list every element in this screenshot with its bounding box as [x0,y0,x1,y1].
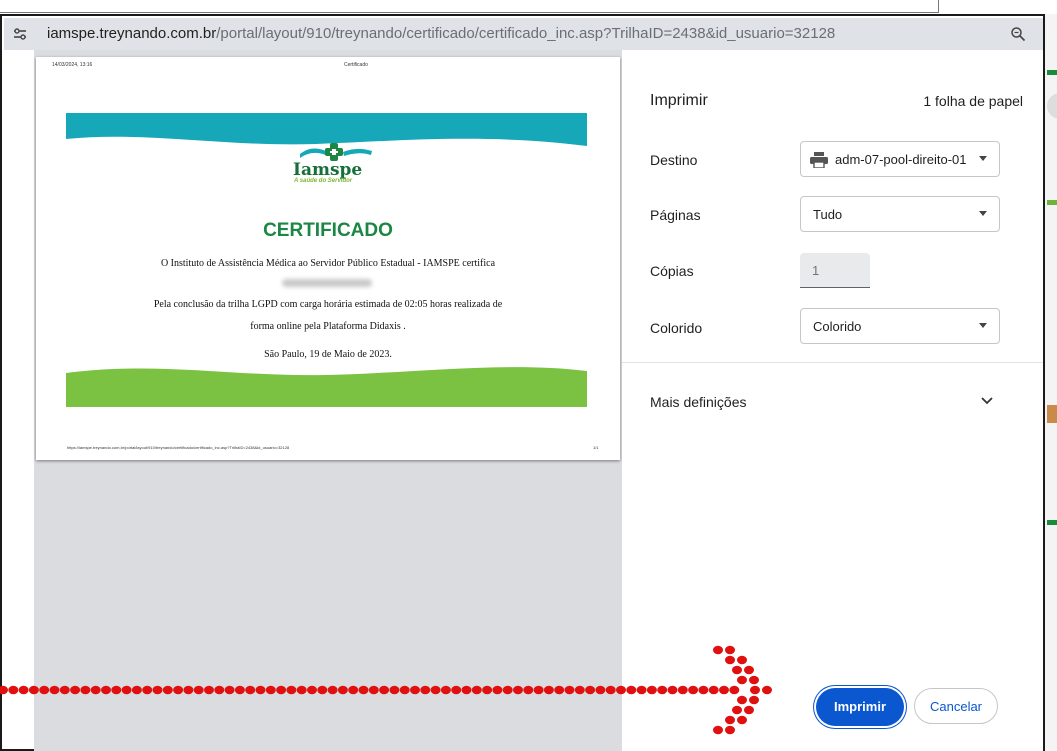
arrow-dot [234,685,245,695]
arrow-dot [348,685,359,695]
arrow-dot [595,685,606,695]
arrow-dot [725,645,735,655]
arrow-dot [204,685,214,695]
arrow-dot [410,685,420,695]
arrow-dot [725,715,735,725]
arrow-dot [636,685,647,695]
arrow-dot [152,685,163,695]
arrow-dot [255,685,266,695]
arrow-dot [0,685,8,695]
arrow-dot [420,685,431,695]
arrow-dot [8,685,19,695]
arrow-dot [111,685,122,695]
arrow-dot [737,695,747,705]
arrow-dot [492,685,503,695]
arrow-dot [513,685,523,695]
arrow-dot [533,685,544,695]
arrow-dot [296,685,307,695]
arrow-dot [482,685,493,695]
arrow-dot [688,685,699,695]
arrow-dot [162,685,173,695]
arrow-dot [286,685,297,695]
arrow-dot [430,685,441,695]
arrow-dot [749,675,759,685]
arrow-dot [399,685,410,695]
arrow-dot [59,685,70,695]
arrow-dot [131,685,142,695]
arrow-dot [626,685,637,695]
arrow-dot [28,685,39,695]
arrow-dot [523,685,534,695]
arrow-dot [265,685,276,695]
arrow-dot [677,685,688,695]
arrow-dot [667,685,678,695]
arrow-dot [451,685,462,695]
arrow-dot [585,685,596,695]
arrow-dot [389,685,400,695]
arrow-dot [719,685,729,695]
arrow-dot [101,685,111,695]
arrow-dot [713,645,723,655]
arrow-dot [713,725,723,735]
arrow-dot [440,685,451,695]
arrow-dot [183,685,194,695]
arrow-dot [214,685,225,695]
arrow-dot [173,685,184,695]
arrow-dot [224,685,235,695]
arrow-dot [750,685,760,695]
arrow-dot [732,705,742,715]
arrow-dot [708,685,719,695]
arrow-dot [646,685,657,695]
arrow-dot [358,685,369,695]
arrow-dot [616,685,626,695]
arrow-dot [121,685,132,695]
arrow-dot [502,685,513,695]
arrow-dot [657,685,668,695]
arrow-dot [70,685,81,695]
arrow-dot [732,665,742,675]
arrow-dot [461,685,472,695]
arrow-dot [142,685,153,695]
arrow-dot [471,685,482,695]
arrow-dot [193,685,204,695]
arrow-dot [744,705,754,715]
arrow-dot [379,685,390,695]
arrow-dot [276,685,287,695]
arrow-dot [737,675,747,685]
arrow-dot [729,685,740,695]
arrow-dot [737,655,747,665]
arrow-dot [564,685,575,695]
arrow-dot [543,685,554,695]
arrow-dot [574,685,585,695]
arrow-dot [327,685,338,695]
arrow-dot [49,685,60,695]
arrow-dot [337,685,348,695]
arrow-dot [749,695,759,705]
arrow-dot [725,655,735,665]
arrow-dot [80,685,91,695]
red-arrow-annotation [0,645,772,735]
arrow-dot [39,685,50,695]
arrow-dot [307,685,317,695]
arrow-dot [317,685,328,695]
arrow-dot [554,685,565,695]
arrow-dot [737,715,747,725]
arrow-dot [90,685,101,695]
arrow-dot [368,685,379,695]
arrow-dot [725,725,735,735]
arrow-dot [18,685,29,695]
arrow-dot [245,685,256,695]
arrow-dot [698,685,709,695]
arrow-dot [762,685,772,695]
arrow-dot [605,685,616,695]
arrow-dot [744,665,754,675]
